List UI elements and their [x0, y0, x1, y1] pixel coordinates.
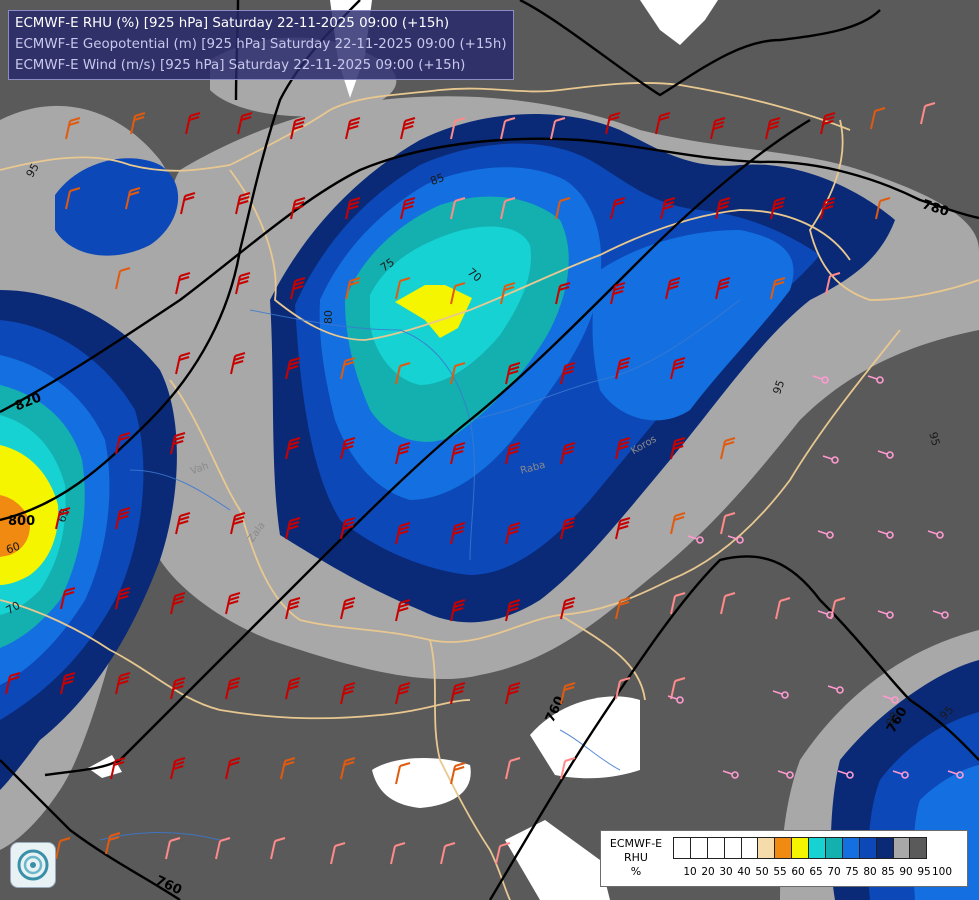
legend-tick: 100 — [931, 866, 953, 878]
legend-swatch — [909, 837, 928, 859]
legend-swatch — [825, 837, 843, 859]
legend-tick: 65 — [809, 866, 823, 878]
legend-swatch — [841, 837, 860, 859]
legend-swatch — [673, 837, 691, 859]
title-line-wind: ECMWF-E Wind (m/s) [925 hPa] Saturday 22… — [15, 58, 466, 73]
legend-swatch — [757, 837, 776, 859]
legend-swatch — [858, 837, 877, 859]
legend-swatch — [774, 837, 793, 859]
title-line-rhu: ECMWF-E RHU (%) [925 hPa] Saturday 22-11… — [15, 16, 450, 31]
legend-title-model: ECMWF-E — [609, 837, 663, 850]
legend-tick: 95 — [917, 866, 931, 878]
legend-tick: 90 — [899, 866, 913, 878]
legend-swatch — [808, 837, 827, 859]
legend-tick: 85 — [881, 866, 895, 878]
legend-swatch — [723, 837, 742, 859]
legend-swatches — [673, 837, 928, 859]
rhu-label: 80 — [322, 310, 335, 324]
legend-title: ECMWF-E RHU % — [603, 837, 669, 879]
title-line-geopotential: ECMWF-E Geopotential (m) [925 hPa] Satur… — [15, 37, 507, 52]
legend-tick: 70 — [827, 866, 841, 878]
legend-title-variable: RHU — [624, 851, 648, 864]
ecmwf-logo-icon — [10, 842, 56, 888]
legend-tick: 50 — [755, 866, 769, 878]
map-title-box: ECMWF-E RHU (%) [925 hPa] Saturday 22-11… — [8, 10, 514, 80]
legend-tick: 30 — [719, 866, 733, 878]
legend-tick: 55 — [773, 866, 787, 878]
legend-swatch — [875, 837, 894, 859]
legend-swatch — [791, 837, 810, 859]
contour-label: 800 — [8, 514, 35, 529]
legend-tick: 60 — [791, 866, 805, 878]
legend-swatch — [689, 837, 708, 859]
legend-swatch — [740, 837, 759, 859]
legend-tick: 80 — [863, 866, 877, 878]
legend-tick: 20 — [701, 866, 715, 878]
legend-title-unit: % — [630, 865, 642, 878]
legend-swatch — [892, 837, 911, 859]
legend-tick: 75 — [845, 866, 859, 878]
legend-swatch — [706, 837, 725, 859]
legend-tick: 40 — [737, 866, 751, 878]
weather-map: 780 820 800 760 760 760 95 85 75 80 70 9… — [0, 0, 979, 900]
legend-ticks: 10 20 30 40 50 55 60 65 70 75 80 85 90 95 100 — [673, 866, 963, 880]
legend-tick: 10 — [683, 866, 697, 878]
rhu-legend: ECMWF-E RHU % 10 20 30 40 50 55 60 65 70 75 80 85 90… — [600, 830, 968, 887]
